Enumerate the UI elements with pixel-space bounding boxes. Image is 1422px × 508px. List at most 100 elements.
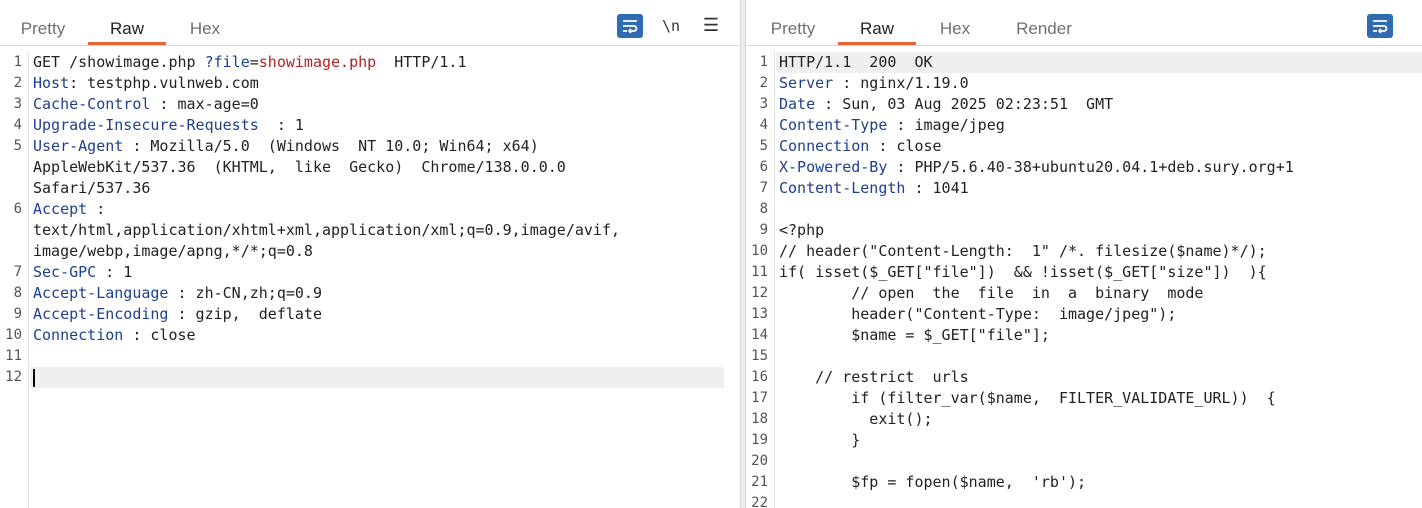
- line-content: GET /showimage.php ?file=showimage.php H…: [33, 52, 467, 73]
- code-line[interactable]: 19 }: [746, 430, 1422, 451]
- code-line[interactable]: 10 // header("Content-Length: 1" /*. file…: [746, 241, 1422, 262]
- code-line[interactable]: 3 Cache-Control : max-age=0: [0, 94, 740, 115]
- header-name: Accept: [33, 200, 88, 218]
- response-tab-pretty[interactable]: Pretty: [764, 14, 822, 44]
- code-line[interactable]: 4 Content-Type : image/jpeg: [746, 115, 1422, 136]
- code-line[interactable]: 6 X-Powered-By : PHP/5.6.40-38+ubuntu20.0…: [746, 157, 1422, 178]
- line-number: 5: [13, 138, 22, 154]
- line-content: Safari/537.36: [33, 178, 150, 199]
- code-line[interactable]: 10 Connection : close: [0, 325, 740, 346]
- request-tab-raw[interactable]: Raw: [88, 14, 166, 45]
- code-line[interactable]: AppleWebKit/537.36 (KHTML, like Gecko) C…: [0, 157, 740, 178]
- code-line[interactable]: 7 Content-Length : 1041: [746, 178, 1422, 199]
- code-line[interactable]: 5 Connection : close: [746, 136, 1422, 157]
- newline-toggle[interactable]: \n: [658, 14, 684, 38]
- code-line[interactable]: 6 Accept :: [0, 199, 740, 220]
- code-line[interactable]: 12: [0, 367, 740, 388]
- code-line[interactable]: 16 // restrict urls: [746, 367, 1422, 388]
- code-line[interactable]: 1 HTTP/1.1 200 OK: [746, 52, 1422, 73]
- line-content: Server : nginx/1.19.0: [779, 73, 969, 94]
- header-name: Date: [779, 95, 816, 113]
- line-number: 9: [13, 306, 22, 322]
- response-word-wrap-toggle[interactable]: [1367, 14, 1393, 38]
- code-line[interactable]: 7 Sec-GPC : 1: [0, 262, 740, 283]
- request-tab-hex[interactable]: Hex: [180, 14, 230, 44]
- line-content: <?php: [779, 220, 824, 241]
- code-line[interactable]: 1 GET /showimage.php ?file=showimage.php …: [0, 52, 740, 73]
- code-line[interactable]: 11 if( isset($_GET["file"]) && !isset($_G…: [746, 262, 1422, 283]
- code-text: : gzip, deflate: [168, 305, 322, 323]
- code-text: GET /showimage.php: [33, 53, 205, 71]
- code-text: if( isset($_GET["file"]) && !isset($_GET…: [779, 263, 1267, 281]
- line-content: User-Agent : Mozilla/5.0 (Windows NT 10.…: [33, 136, 539, 157]
- code-line[interactable]: 22: [746, 493, 1422, 508]
- line-number: 3: [759, 96, 768, 112]
- code-line[interactable]: 12 // open the file in a binary mode: [746, 283, 1422, 304]
- word-wrap-icon: [1373, 20, 1388, 34]
- line-content: $name = $_GET["file"];: [779, 325, 1050, 346]
- code-text: AppleWebKit/537.36 (KHTML, like Gecko) C…: [33, 158, 566, 176]
- code-text: $name = $_GET["file"];: [779, 326, 1050, 344]
- header-name: Content-Length: [779, 179, 906, 197]
- line-content: Content-Type : image/jpeg: [779, 115, 1005, 136]
- code-text: HTTP/1.1 200 OK: [779, 53, 933, 71]
- code-text: : nginx/1.19.0: [833, 74, 969, 92]
- header-name: Accept-Language: [33, 284, 169, 302]
- line-content: image/webp,image/apng,*/*;q=0.8: [33, 241, 313, 262]
- code-line[interactable]: 2 Host: testphp.vulnweb.com: [0, 73, 740, 94]
- code-line[interactable]: 18 exit();: [746, 409, 1422, 430]
- line-number: 21: [751, 474, 768, 490]
- line-number: 12: [751, 285, 768, 301]
- code-line[interactable]: image/webp,image/apng,*/*;q=0.8: [0, 241, 740, 262]
- line-number: 6: [13, 201, 22, 217]
- code-line[interactable]: 17 if (filter_var($name, FILTER_VALIDATE…: [746, 388, 1422, 409]
- response-editor[interactable]: 1 HTTP/1.1 200 OK 2 Server : nginx/1.19.0 3 D…: [746, 52, 1422, 508]
- line-number: 4: [759, 117, 768, 133]
- code-line[interactable]: 8 Accept-Language : zh-CN,zh;q=0.9: [0, 283, 740, 304]
- line-number: 2: [13, 75, 22, 91]
- code-text: <?php: [779, 221, 825, 239]
- line-number: 6: [759, 159, 768, 175]
- request-editor[interactable]: 1 GET /showimage.php ?file=showimage.php …: [0, 52, 740, 508]
- code-line[interactable]: 9 <?php: [746, 220, 1422, 241]
- line-number: 7: [759, 180, 768, 196]
- menu-icon[interactable]: ☰: [698, 14, 724, 38]
- code-line[interactable]: 14 $name = $_GET["file"];: [746, 325, 1422, 346]
- line-number: 18: [751, 411, 768, 427]
- code-line[interactable]: 9 Accept-Encoding : gzip, deflate: [0, 304, 740, 325]
- header-name: X-Powered-By: [779, 158, 888, 176]
- response-tab-render[interactable]: Render: [1006, 14, 1082, 44]
- code-line[interactable]: 15: [746, 346, 1422, 367]
- code-line[interactable]: 4 Upgrade-Insecure-Requests : 1: [0, 115, 740, 136]
- code-text: =: [249, 53, 259, 71]
- code-line[interactable]: 8: [746, 199, 1422, 220]
- response-tab-hex[interactable]: Hex: [930, 14, 980, 44]
- code-text: : zh-CN,zh;q=0.9: [168, 284, 322, 302]
- code-line[interactable]: 20: [746, 451, 1422, 472]
- response-tab-raw[interactable]: Raw: [838, 14, 916, 45]
- line-content: Connection : close: [779, 136, 942, 157]
- code-line[interactable]: Safari/537.36: [0, 178, 740, 199]
- code-line[interactable]: 5 User-Agent : Mozilla/5.0 (Windows NT 10…: [0, 136, 740, 157]
- request-tab-pretty[interactable]: Pretty: [14, 14, 72, 44]
- code-line[interactable]: 3 Date : Sun, 03 Aug 2025 02:23:51 GMT: [746, 94, 1422, 115]
- code-line[interactable]: 11: [0, 346, 740, 367]
- line-number: 9: [759, 222, 768, 238]
- code-line[interactable]: 21 $fp = fopen($name, 'rb');: [746, 472, 1422, 493]
- line-content: $fp = fopen($name, 'rb');: [779, 472, 1086, 493]
- line-content: // restrict urls: [779, 367, 969, 388]
- request-pane: Pretty Raw Hex \n ☰ 1 GET /showimage.php …: [0, 0, 740, 508]
- code-line[interactable]: 2 Server : nginx/1.19.0: [746, 73, 1422, 94]
- word-wrap-toggle[interactable]: [617, 14, 643, 38]
- code-line[interactable]: text/html,application/xhtml+xml,applicat…: [0, 220, 740, 241]
- line-content: }: [779, 430, 860, 451]
- line-content: Content-Length : 1041: [779, 178, 969, 199]
- code-text: // restrict urls: [779, 368, 969, 386]
- line-number: 17: [751, 390, 768, 406]
- line-content: if (filter_var($name, FILTER_VALIDATE_UR…: [779, 388, 1275, 409]
- code-text: // header("Content-Length: 1" /*. filesi…: [779, 242, 1267, 260]
- line-content: // header("Content-Length: 1" /*. filesi…: [779, 241, 1267, 262]
- code-text: : close: [869, 137, 942, 155]
- header-name: Server: [779, 74, 834, 92]
- code-line[interactable]: 13 header("Content-Type: image/jpeg");: [746, 304, 1422, 325]
